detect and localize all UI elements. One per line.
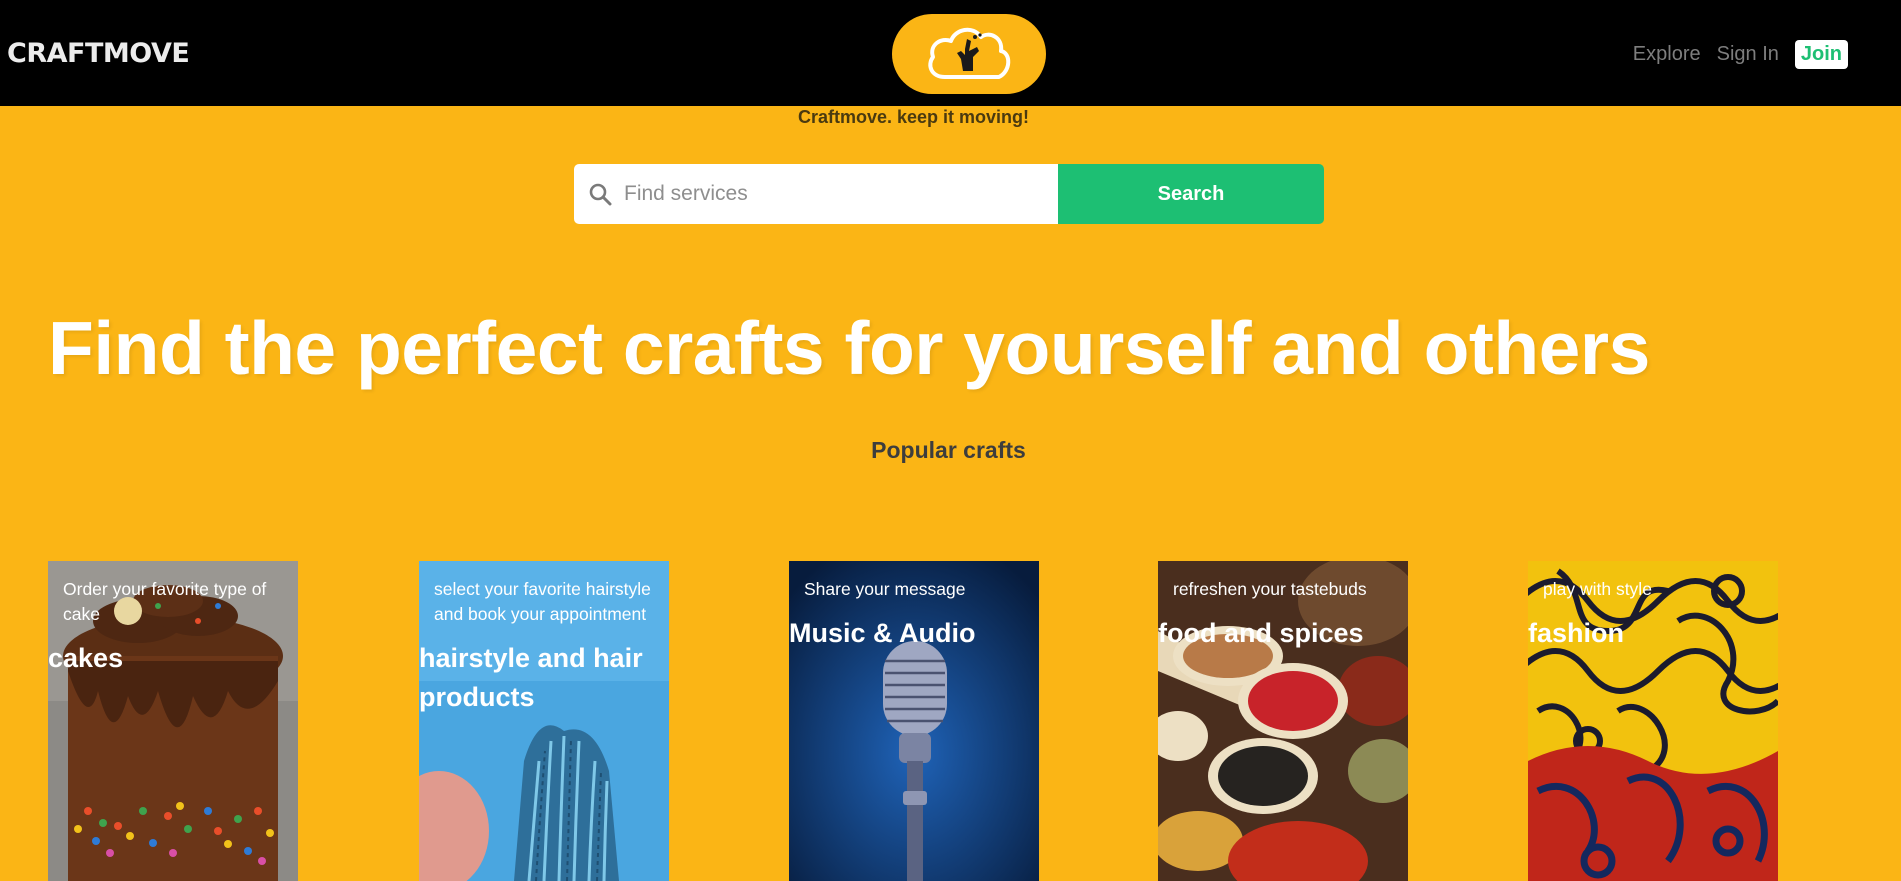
fabric-pattern-image [1528,561,1778,881]
main-nav: Explore Sign In Join [1633,40,1848,69]
card-description: refreshen your tastebuds [1173,579,1367,599]
brand-logo-text[interactable]: CRAFTMOVE [7,38,190,69]
search-button[interactable]: Search [1058,164,1324,224]
spices-image [1158,561,1408,881]
search-field-wrapper [574,164,1058,224]
craft-card-hairstyle[interactable]: select your favorite hairstyle and book … [419,561,669,881]
tagline: Craftmove. keep it moving! [797,107,1030,127]
card-title: food and spices [1158,618,1364,648]
card-title: fashion [1528,618,1625,648]
card-title: hairstyle and hair products [419,643,643,712]
search-icon [589,183,612,206]
logo[interactable] [892,14,1046,94]
craft-card-fashion[interactable]: play with style fashion [1528,561,1778,881]
card-description: select your favorite hairstyle and book … [434,579,651,624]
craft-card-cakes[interactable]: Order your favorite type of cake cakes [48,561,298,881]
card-title: Music & Audio [789,618,976,648]
card-description: play with style [1543,579,1652,599]
search-input[interactable] [622,181,1042,207]
card-description: Order your favorite type of cake [63,579,267,624]
nav-explore-link[interactable]: Explore [1633,43,1701,66]
join-button[interactable]: Join [1794,40,1848,69]
card-description: Share your message [804,579,966,599]
card-title: cakes [48,643,124,673]
microphone-image [789,561,1039,881]
search-bar: Search [574,164,1324,224]
craft-card-food-spices[interactable]: refreshen your tastebuds food and spices [1158,561,1408,881]
hero-title: Find the perfect crafts for yourself and… [48,306,1650,390]
popular-crafts-heading: Popular crafts [871,437,1026,463]
nav-sign-in-link[interactable]: Sign In [1717,43,1779,66]
craft-card-music-audio[interactable]: Share your message Music & Audio [789,561,1039,881]
top-navbar: CRAFTMOVE Explore Sign In Join [0,0,1901,106]
cloud-hand-logo-icon [928,27,1011,79]
